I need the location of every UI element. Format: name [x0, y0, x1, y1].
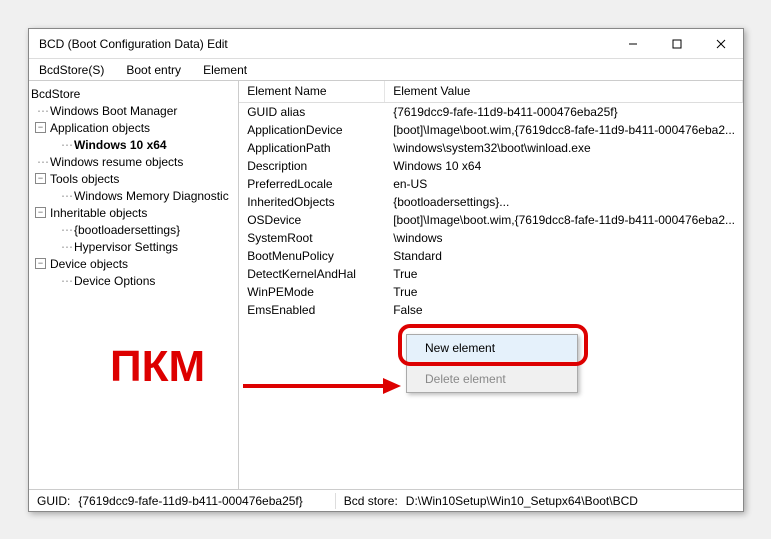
tree-item[interactable]: ⋯Device Options	[31, 272, 236, 289]
collapse-icon[interactable]: −	[35, 122, 46, 133]
menu-bcdstore[interactable]: BcdStore(S)	[35, 61, 108, 79]
tree-line-icon: ⋯	[61, 189, 72, 203]
status-store-value: D:\Win10Setup\Win10_Setupx64\Boot\BCD	[406, 494, 638, 508]
tree-item[interactable]: −Tools objects	[31, 170, 236, 187]
app-window: BCD (Boot Configuration Data) Edit BcdSt…	[28, 28, 744, 512]
tree-line-icon: ⋯	[37, 104, 48, 118]
tree-panel[interactable]: BcdStore ⋯Windows Boot Manager −Applicat…	[29, 81, 239, 489]
collapse-icon[interactable]: −	[35, 173, 46, 184]
list-item[interactable]: GUID alias{7619dcc9-fafe-11d9-b411-00047…	[239, 103, 743, 121]
list-item[interactable]: BootMenuPolicyStandard	[239, 247, 743, 265]
tree-line-icon: ⋯	[61, 240, 72, 254]
maximize-button[interactable]	[655, 29, 699, 59]
divider	[335, 493, 336, 509]
tree-item[interactable]: −Application objects	[31, 119, 236, 136]
divider	[409, 363, 575, 364]
menu-element[interactable]: Element	[199, 61, 251, 79]
minimize-button[interactable]	[611, 29, 655, 59]
list-header: Element Name Element Value	[239, 81, 743, 103]
tree-line-icon: ⋯	[61, 138, 72, 152]
list-item[interactable]: ApplicationDevice[boot]\Image\boot.wim,{…	[239, 121, 743, 139]
tree-line-icon: ⋯	[37, 155, 48, 169]
tree-line-icon: ⋯	[61, 274, 72, 288]
list-item[interactable]: InheritedObjects{bootloadersettings}...	[239, 193, 743, 211]
list-item[interactable]: DetectKernelAndHalTrue	[239, 265, 743, 283]
ctx-delete-element[interactable]: Delete element	[407, 366, 577, 392]
tree-line-icon: ⋯	[61, 223, 72, 237]
list-item[interactable]: ApplicationPath\windows\system32\boot\wi…	[239, 139, 743, 157]
titlebar[interactable]: BCD (Boot Configuration Data) Edit	[29, 29, 743, 59]
list-item[interactable]: WinPEModeTrue	[239, 283, 743, 301]
list-item[interactable]: PreferredLocaleen-US	[239, 175, 743, 193]
tree-item[interactable]: ⋯Windows resume objects	[31, 153, 236, 170]
context-menu: New element Delete element	[406, 334, 578, 393]
menu-bootentry[interactable]: Boot entry	[122, 61, 185, 79]
list-item[interactable]: DescriptionWindows 10 x64	[239, 157, 743, 175]
ctx-new-element[interactable]: New element	[407, 335, 577, 361]
list-panel[interactable]: Element Name Element Value GUID alias{76…	[239, 81, 743, 489]
list-item[interactable]: EmsEnabledFalse	[239, 301, 743, 319]
statusbar: GUID: {7619dcc9-fafe-11d9-b411-000476eba…	[29, 489, 743, 511]
close-button[interactable]	[699, 29, 743, 59]
column-header-name[interactable]: Element Name	[239, 81, 385, 102]
collapse-icon[interactable]: −	[35, 207, 46, 218]
tree-item-selected[interactable]: ⋯Windows 10 x64	[31, 136, 236, 153]
status-store-label: Bcd store:	[344, 494, 398, 508]
list-body: GUID alias{7619dcc9-fafe-11d9-b411-00047…	[239, 103, 743, 319]
tree-item[interactable]: ⋯{bootloadersettings}	[31, 221, 236, 238]
menubar: BcdStore(S) Boot entry Element	[29, 59, 743, 81]
status-guid-value: {7619dcc9-fafe-11d9-b411-000476eba25f}	[78, 494, 302, 508]
column-header-value[interactable]: Element Value	[385, 81, 743, 102]
list-item[interactable]: SystemRoot\windows	[239, 229, 743, 247]
tree-item[interactable]: ⋯Windows Boot Manager	[31, 102, 236, 119]
collapse-icon[interactable]: −	[35, 258, 46, 269]
window-title: BCD (Boot Configuration Data) Edit	[39, 37, 611, 51]
tree-root[interactable]: BcdStore	[31, 85, 236, 102]
tree-item[interactable]: −Device objects	[31, 255, 236, 272]
status-guid-label: GUID:	[37, 494, 70, 508]
tree-item[interactable]: ⋯Hypervisor Settings	[31, 238, 236, 255]
list-item[interactable]: OSDevice[boot]\Image\boot.wim,{7619dcc8-…	[239, 211, 743, 229]
tree-item[interactable]: −Inheritable objects	[31, 204, 236, 221]
tree-item[interactable]: ⋯Windows Memory Diagnostic	[31, 187, 236, 204]
